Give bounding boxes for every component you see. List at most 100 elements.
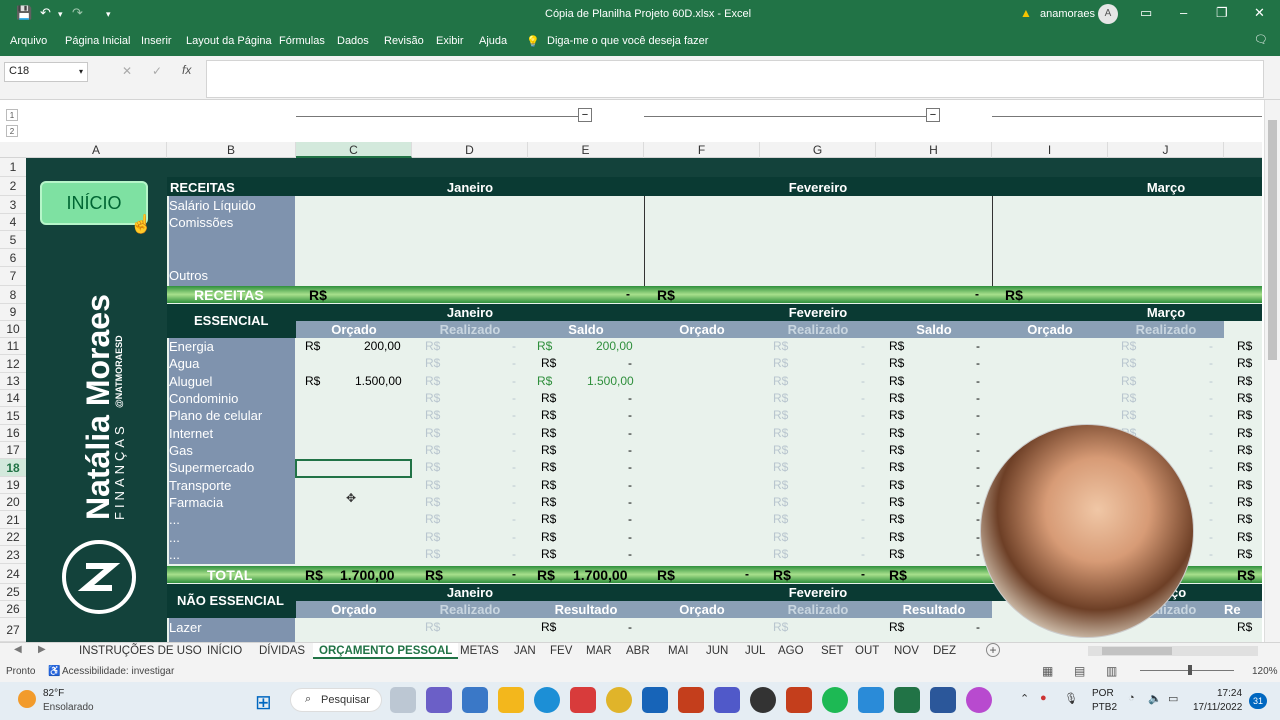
row-header[interactable]: 10 — [0, 321, 26, 338]
scroll-thumb[interactable] — [1268, 120, 1277, 360]
row-header[interactable]: 11 — [0, 338, 26, 355]
row-header[interactable]: 1 — [0, 158, 26, 177]
sheet-tab[interactable]: SET — [815, 643, 849, 659]
sheet-tab[interactable]: OUT — [849, 643, 885, 659]
column-header[interactable]: H — [876, 142, 992, 158]
sheet-tab[interactable]: METAS — [454, 643, 505, 659]
row-header[interactable]: 3 — [0, 196, 26, 214]
sheet-tab[interactable]: DEZ — [927, 643, 962, 659]
sheet-tab[interactable]: ORÇAMENTO PESSOAL — [313, 643, 459, 659]
tab-inserir[interactable]: Inserir — [141, 35, 172, 47]
column-header[interactable]: F — [644, 142, 760, 158]
sheet-tab[interactable]: ABR — [620, 643, 656, 659]
column-header[interactable]: D — [412, 142, 528, 158]
formula-input[interactable] — [206, 60, 1264, 98]
language[interactable]: POR — [1092, 688, 1114, 699]
horizontal-scrollbar[interactable] — [1088, 646, 1258, 656]
microphone-icon[interactable]: 🎙 — [1064, 692, 1078, 705]
tab-pagina-inicial[interactable]: Página Inicial — [65, 35, 130, 47]
row-header[interactable]: 14 — [0, 390, 26, 407]
page-break-icon[interactable]: ▥ — [1106, 664, 1117, 678]
row-header[interactable]: 20 — [0, 494, 26, 511]
app-purple-icon[interactable] — [966, 687, 992, 713]
tab-arquivo[interactable]: Arquivo — [10, 35, 47, 47]
row-header[interactable]: 21 — [0, 511, 26, 529]
redo-icon[interactable]: ↷ — [72, 5, 83, 21]
row-header[interactable]: 22 — [0, 529, 26, 546]
cancel-icon[interactable]: ✕ — [122, 64, 132, 78]
undo-icon[interactable]: ↶ — [40, 5, 51, 21]
outline-level-1[interactable]: 1 — [6, 109, 18, 121]
sheet-tab[interactable]: AGO — [772, 643, 810, 659]
collapse-button[interactable]: − — [926, 108, 940, 122]
column-header[interactable]: E — [528, 142, 644, 158]
column-header[interactable]: C — [296, 142, 412, 158]
chevron-down-icon[interactable]: ▾ — [79, 67, 83, 76]
row-header[interactable]: 27 — [0, 618, 26, 642]
teams-icon[interactable] — [714, 687, 740, 713]
row-header[interactable]: 18 — [0, 459, 26, 477]
page-layout-icon[interactable]: ▤ — [1074, 664, 1085, 678]
zoom-slider[interactable] — [1140, 670, 1234, 671]
battery-icon[interactable]: ▭ — [1168, 692, 1178, 705]
h-scroll-thumb[interactable] — [1102, 647, 1172, 655]
weather-icon[interactable] — [18, 690, 36, 708]
task-view-icon[interactable] — [390, 687, 416, 713]
row-header[interactable]: 4 — [0, 214, 26, 231]
taskbar-search-label[interactable]: Pesquisar — [321, 694, 370, 706]
sheet-tab[interactable]: INSTRUÇÕES DE USO — [73, 643, 208, 659]
vertical-scrollbar[interactable] — [1264, 100, 1280, 642]
edge-icon[interactable] — [534, 687, 560, 713]
dell-icon[interactable] — [750, 687, 776, 713]
accessibility-icon[interactable]: ♿ — [48, 666, 60, 677]
help-icon[interactable] — [858, 687, 884, 713]
comments-icon[interactable]: 🗨 — [1254, 33, 1268, 46]
sheet-tab[interactable]: FEV — [544, 643, 578, 659]
row-header[interactable]: 26 — [0, 601, 26, 618]
tab-formulas[interactable]: Fórmulas — [279, 35, 325, 47]
row-header[interactable]: 7 — [0, 267, 26, 286]
chrome-icon[interactable] — [606, 687, 632, 713]
windows-start-icon[interactable]: ⊞ — [255, 690, 272, 715]
customize-toolbar-icon[interactable]: ▾ — [106, 9, 111, 20]
spotify-icon[interactable] — [822, 687, 848, 713]
outlook-icon[interactable] — [642, 687, 668, 713]
word-icon[interactable] — [930, 687, 956, 713]
undo-dropdown-icon[interactable]: ▾ — [58, 9, 63, 20]
enter-icon[interactable]: ✓ — [152, 64, 162, 78]
calculator-icon[interactable] — [462, 687, 488, 713]
weather-temp[interactable]: 82°F — [43, 688, 64, 699]
row-header[interactable]: 9 — [0, 304, 26, 321]
keyboard-layout[interactable]: PTB2 — [1092, 702, 1117, 713]
clock-time[interactable]: 17:24 — [1217, 688, 1242, 699]
sheet-tab[interactable]: JUL — [739, 643, 771, 659]
normal-view-icon[interactable]: ▦ — [1042, 664, 1053, 678]
row-header[interactable]: 5 — [0, 231, 26, 249]
sheet-tab[interactable]: MAR — [580, 643, 618, 659]
restore-icon[interactable]: ❐ — [1216, 5, 1228, 21]
tab-layout[interactable]: Layout da Página — [186, 35, 272, 47]
excel-icon[interactable] — [894, 687, 920, 713]
office-hub-icon[interactable] — [786, 687, 812, 713]
tab-revisao[interactable]: Revisão — [384, 35, 424, 47]
column-header[interactable]: J — [1108, 142, 1224, 158]
tell-me-search[interactable]: Diga-me o que você deseja fazer — [547, 35, 708, 47]
office-icon[interactable] — [678, 687, 704, 713]
add-sheet-button[interactable]: + — [986, 643, 1000, 657]
column-header[interactable]: A — [26, 142, 167, 158]
column-header[interactable]: B — [167, 142, 296, 158]
tab-dados[interactable]: Dados — [337, 35, 369, 47]
column-header[interactable]: I — [992, 142, 1108, 158]
sheet-tab[interactable]: MAI — [662, 643, 694, 659]
wifi-icon[interactable]: ◔ — [1128, 692, 1135, 704]
next-sheet-icon[interactable]: ▶ — [38, 644, 46, 655]
row-header[interactable]: 17 — [0, 442, 26, 459]
prev-sheet-icon[interactable]: ◀ — [14, 644, 22, 655]
avatar[interactable]: A — [1098, 4, 1118, 24]
sheet-tab[interactable]: JUN — [700, 643, 734, 659]
sheet-tab[interactable]: NOV — [888, 643, 925, 659]
name-box[interactable]: C18 ▾ — [4, 62, 88, 82]
minimize-icon[interactable]: – — [1180, 5, 1187, 20]
outline-level-2[interactable]: 2 — [6, 125, 18, 137]
file-explorer-icon[interactable] — [498, 687, 524, 713]
